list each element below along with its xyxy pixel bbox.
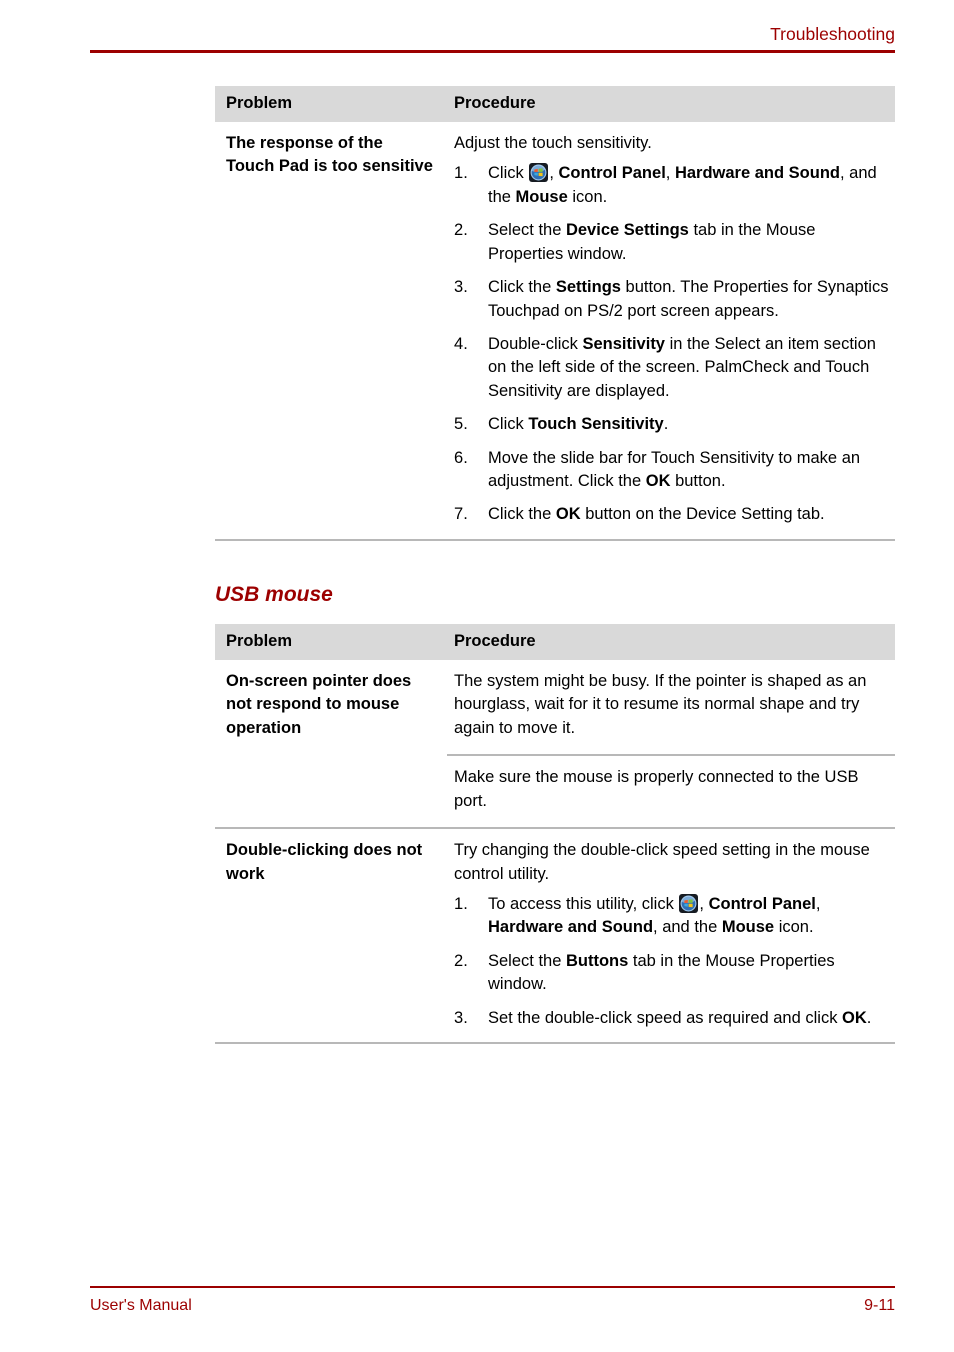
procedure-intro-text: Try changing the double-click speed sett… [454, 841, 870, 883]
problem-cell [215, 755, 447, 828]
step-text-bold: Sensitivity [582, 334, 665, 353]
column-header-problem: Problem [215, 624, 447, 661]
header-divider-rule [90, 50, 895, 53]
step-text-part: Set the double-click speed as required a… [488, 1008, 843, 1027]
procedure-cell: The system might be busy. If the pointer… [447, 660, 895, 755]
list-item: Click Touch Sensitivity. [454, 413, 889, 437]
table-row: On-screen pointer does not respond to mo… [215, 660, 895, 755]
step-text-bold: OK [842, 1008, 867, 1027]
column-header-procedure: Procedure [447, 86, 895, 122]
problem-cell: On-screen pointer does not respond to mo… [226, 672, 412, 737]
problem-cell: Double-clicking does not work [215, 827, 447, 1045]
list-item: Click , Control Panel, Hardware and Soun… [454, 162, 889, 209]
step-text-bold: Hardware and Sound [488, 918, 654, 937]
step-text-part: To access this utility, click [488, 894, 679, 913]
procedure-intro-text: Adjust the touch sensitivity. [454, 133, 652, 152]
procedure-cell: Try changing the double-click speed sett… [447, 827, 895, 1045]
column-header-procedure: Procedure [447, 624, 895, 661]
list-item: Select the Buttons tab in the Mouse Prop… [454, 950, 889, 997]
step-text-part: , [699, 894, 709, 913]
table-row: Make sure the mouse is properly connecte… [215, 754, 895, 829]
step-text-part: . [663, 415, 669, 434]
procedure-text: Make sure the mouse is properly connecte… [454, 768, 859, 810]
step-text-part: Select the [488, 951, 566, 970]
page-running-header: Troubleshooting [90, 24, 895, 53]
step-text-bold: OK [555, 505, 581, 524]
step-text-bold: Device Settings [565, 221, 689, 240]
windows-start-orb-icon [679, 893, 699, 913]
step-text-bold: OK [645, 472, 671, 491]
step-text-part: icon. [567, 187, 608, 206]
table-header-row: Problem Procedure [215, 86, 895, 122]
procedure-step-list: To access this utility, click , Control … [454, 893, 889, 1031]
footer-page-number: 9-11 [864, 1297, 895, 1314]
page-title: Troubleshooting [770, 24, 895, 44]
step-text-part: Select the [488, 221, 566, 240]
list-item: Move the slide bar for Touch Sensitivity… [454, 447, 889, 494]
step-text-part: button on the Device Setting tab. [580, 505, 825, 524]
step-text-bold: Settings [555, 278, 621, 297]
step-text-bold: Buttons [565, 951, 629, 970]
list-item: Double-click Sensitivity in the Select a… [454, 333, 889, 403]
page-content: Problem Procedure The response of the To… [215, 86, 895, 1045]
section-heading-usb-mouse: USB mouse [215, 582, 333, 606]
step-text-part: , [815, 894, 821, 913]
step-text-bold: Mouse [515, 187, 568, 206]
step-text-bold: Control Panel [558, 164, 666, 183]
step-text-part: Double-click [488, 334, 583, 353]
procedure-text: The system might be busy. If the pointer… [454, 672, 867, 737]
list-item: Select the Device Settings tab in the Mo… [454, 219, 889, 266]
list-item: Click the OK button on the Device Settin… [454, 503, 889, 527]
page-running-footer: User's Manual 9-11 [90, 1286, 895, 1315]
footer-row: User's Manual 9-11 [90, 1288, 895, 1315]
list-item: Click the Settings button. The Propertie… [454, 276, 889, 323]
step-text-part: . [866, 1008, 872, 1027]
step-text-part: Click [488, 164, 529, 183]
table-row: The response of the Touch Pad is too sen… [215, 121, 895, 541]
problem-cell: The response of the Touch Pad is too sen… [215, 121, 447, 541]
step-text-bold: Control Panel [708, 894, 816, 913]
step-text-part: , [549, 164, 559, 183]
step-text-bold: Hardware and Sound [674, 164, 840, 183]
table-row: Double-clicking does not work Try changi… [215, 827, 895, 1045]
step-text-bold: Touch Sensitivity [528, 415, 664, 434]
step-text-part: button. [670, 472, 726, 491]
footer-manual-label: User's Manual [90, 1297, 192, 1314]
table-header-row: Problem Procedure [215, 624, 895, 661]
step-text-bold: Mouse [721, 918, 775, 937]
procedure-cell: Adjust the touch sensitivity. Click , Co… [447, 121, 895, 541]
usb-mouse-troubleshooting-table: Problem Procedure On-screen pointer does… [215, 624, 895, 1045]
step-text-part: , and the [653, 918, 722, 937]
step-text-part: icon. [774, 918, 814, 937]
procedure-cell: Make sure the mouse is properly connecte… [447, 754, 895, 829]
step-text-part: Click the [488, 278, 556, 297]
procedure-step-list: Click , Control Panel, Hardware and Soun… [454, 162, 889, 527]
step-text-part: Click the [488, 505, 556, 524]
step-text-part: , [665, 164, 675, 183]
touchpad-troubleshooting-table: Problem Procedure The response of the To… [215, 86, 895, 541]
step-text-part: Click [488, 415, 529, 434]
column-header-problem: Problem [215, 86, 447, 122]
windows-start-orb-icon [529, 163, 549, 183]
list-item: To access this utility, click , Control … [454, 893, 889, 940]
list-item: Set the double-click speed as required a… [454, 1007, 889, 1031]
